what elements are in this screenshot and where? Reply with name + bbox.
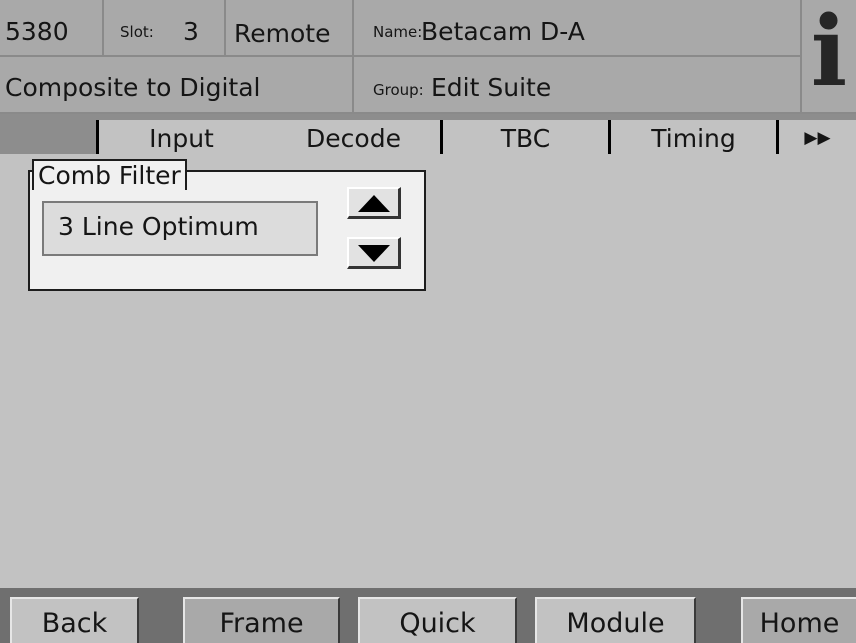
- info-icon: i: [810, 0, 848, 108]
- home-button[interactable]: Home: [741, 597, 856, 643]
- slot-cell: Slot: 3: [104, 0, 226, 57]
- name-value: Betacam D-A: [421, 17, 585, 46]
- group-label: Group:: [373, 81, 424, 99]
- remote-cell: Remote: [226, 0, 354, 57]
- header-panel: 5380 Slot: 3 Remote Name: Betacam D-A Co…: [0, 0, 856, 115]
- model-cell: 5380: [0, 0, 104, 57]
- slot-label: Slot:: [120, 23, 154, 41]
- bottom-nav-bar: Back Frame Quick Module Home: [0, 588, 856, 643]
- slot-value: 3: [183, 17, 199, 46]
- module-description: Composite to Digital: [5, 73, 261, 102]
- more-tabs-button[interactable]: ▶▶: [776, 120, 856, 154]
- down-arrow-icon: [358, 245, 390, 262]
- decrement-button[interactable]: [347, 237, 401, 269]
- name-label: Name:: [373, 23, 423, 41]
- tab-bar: Input Decode TBC Timing ▶▶: [0, 114, 856, 154]
- name-cell: Name: Betacam D-A: [354, 0, 802, 57]
- tab-timing[interactable]: Timing: [608, 120, 776, 154]
- tab-decode[interactable]: Decode: [264, 120, 440, 154]
- info-button[interactable]: i: [802, 0, 856, 114]
- tab-input[interactable]: Input: [96, 120, 264, 154]
- double-right-arrow-icon: ▶▶: [804, 128, 831, 148]
- comb-filter-value[interactable]: 3 Line Optimum: [42, 201, 318, 256]
- module-button[interactable]: Module: [535, 597, 696, 643]
- device-screen: 5380 Slot: 3 Remote Name: Betacam D-A Co…: [0, 0, 856, 643]
- tab-tbc[interactable]: TBC: [440, 120, 608, 154]
- up-arrow-icon: [358, 195, 390, 212]
- remote-status: Remote: [234, 19, 331, 48]
- increment-button[interactable]: [347, 187, 401, 219]
- frame-button[interactable]: Frame: [183, 597, 340, 643]
- model-number: 5380: [5, 17, 69, 46]
- quick-button[interactable]: Quick: [358, 597, 517, 643]
- group-cell: Group: Edit Suite: [354, 57, 802, 114]
- back-button[interactable]: Back: [10, 597, 139, 643]
- group-value: Edit Suite: [431, 73, 552, 102]
- comb-filter-label: Comb Filter: [32, 159, 187, 190]
- description-cell: Composite to Digital: [0, 57, 354, 114]
